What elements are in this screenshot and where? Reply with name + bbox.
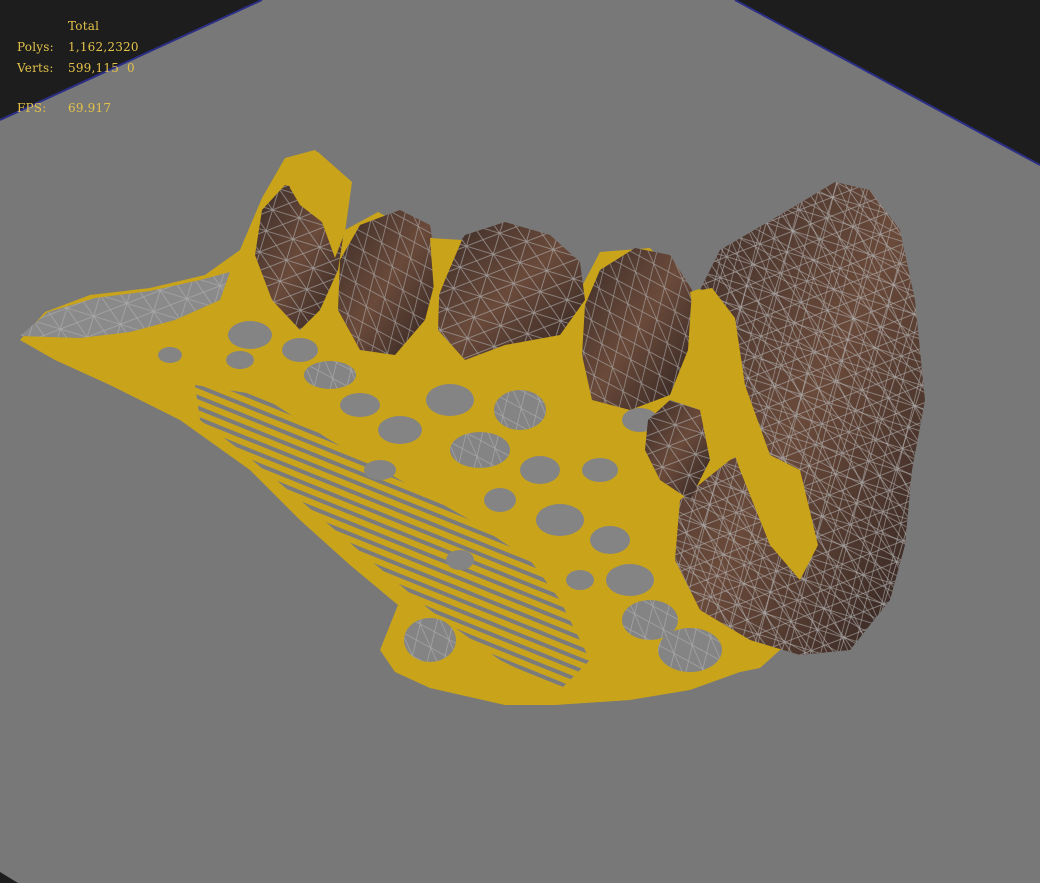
3d-viewport[interactable] xyxy=(0,0,1040,883)
viewport-statistics: Total Polys: 1,162,2320 Verts: 599,115 0… xyxy=(0,0,260,130)
stats-header: Total xyxy=(68,19,100,33)
verts-label: Verts: xyxy=(17,61,54,75)
polys-value: 1,162,2320 xyxy=(68,40,139,54)
fps-label: FPS: xyxy=(17,101,47,115)
verts-value: 599,115 0 xyxy=(68,61,135,75)
fps-value: 69.917 xyxy=(68,101,112,115)
polys-label: Polys: xyxy=(17,40,54,54)
